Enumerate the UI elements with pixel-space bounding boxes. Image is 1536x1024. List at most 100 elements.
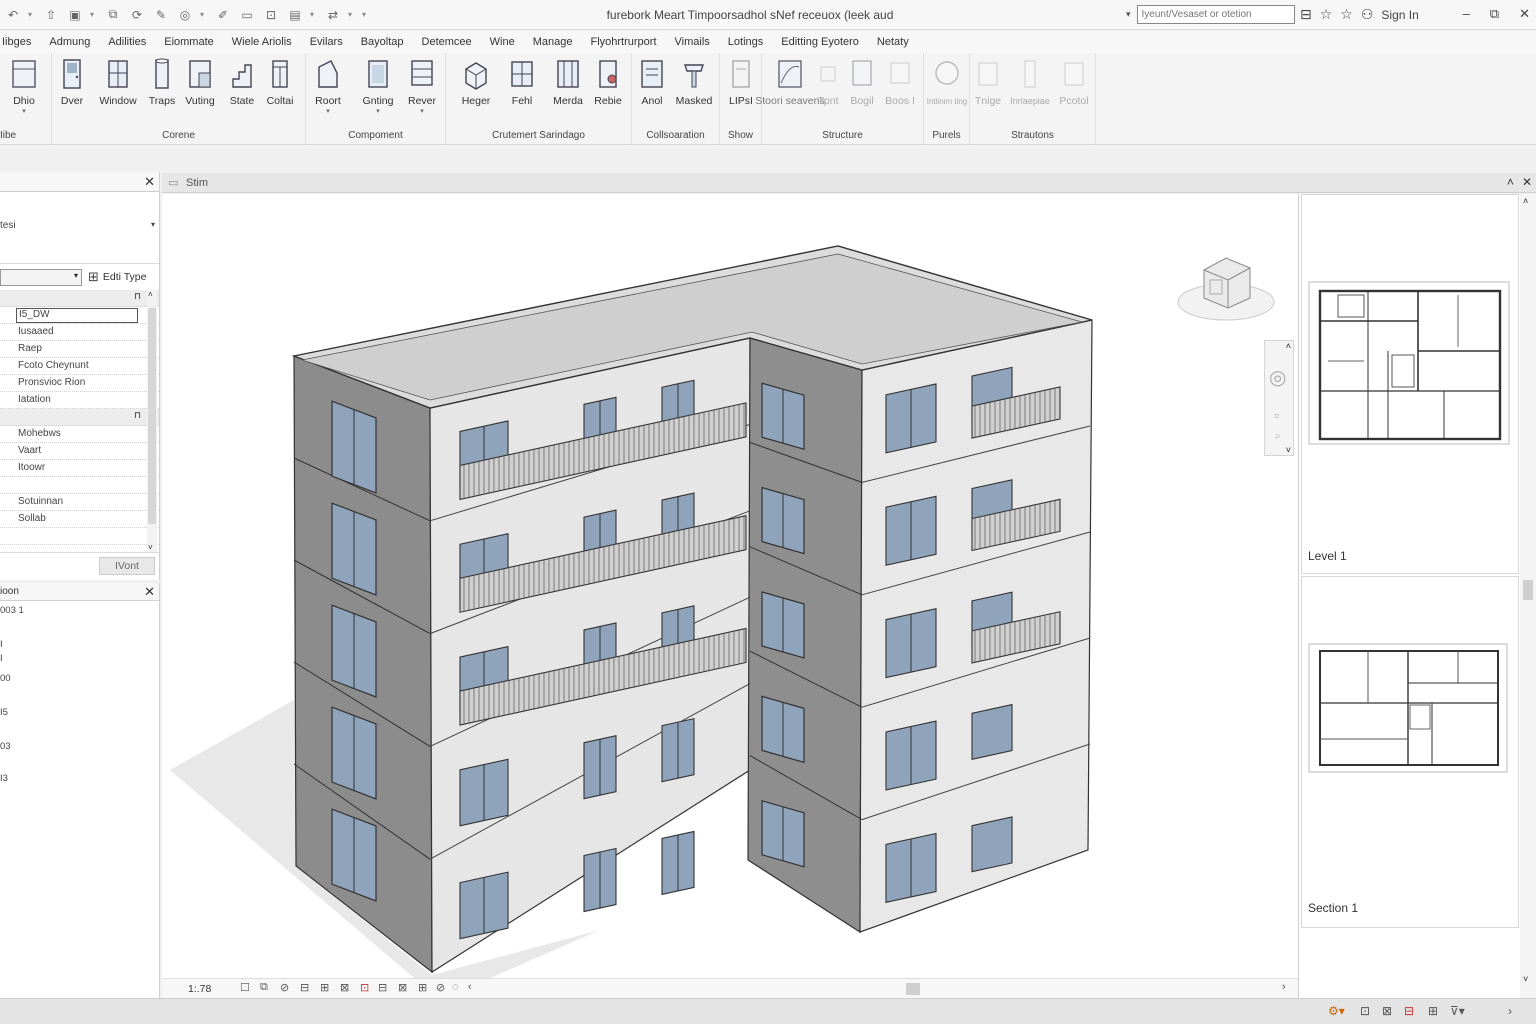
ribbon-button-gnting[interactable]: Gnting ▾ [354,55,402,116]
apply-button[interactable]: IVont [99,557,155,575]
scroll-up-icon[interactable]: ˄ [1523,196,1528,206]
close-icon[interactable]: ✕ [144,174,155,190]
browser-item[interactable]: 03 [0,741,11,752]
favorites-icon[interactable]: ☆ [1340,6,1353,23]
window-icon[interactable]: ▤ [286,6,304,24]
user-icon[interactable]: ⚇ [1361,6,1374,23]
zoom-icon[interactable]: ⌕ [1275,431,1281,442]
crop-view-icon[interactable]: ⊠ [340,981,349,994]
sign-in-button[interactable]: Sign In [1381,8,1418,22]
minimize-icon[interactable]: – [1463,6,1470,22]
filter-icon[interactable]: ⊠ [1382,1004,1392,1018]
copy-icon[interactable]: ⧉ [104,6,122,24]
ribbon-button-inrlaepiae[interactable]: Inrlaepiae [1006,55,1054,108]
worksets-icon[interactable]: ⚙▾ [1328,1004,1345,1018]
design-options-icon[interactable]: ⊡ [1360,1004,1370,1018]
tab-5[interactable]: Evilars [301,36,352,48]
edit-type-icon[interactable]: ⊞ [88,269,99,285]
measure-icon[interactable]: ◎ [176,6,194,24]
chevron-down-icon[interactable]: ˅ [1286,445,1291,455]
sun-path-icon[interactable]: ⊘ [280,981,289,994]
view-canvas[interactable]: ˄ ◎ ▫ ⌕ ˅ [162,194,1298,978]
tab-7[interactable]: Detemcee [413,36,481,48]
restore-icon[interactable]: ⧉ [1490,6,1499,22]
type-selector[interactable]: tesi ▾ [0,192,159,264]
close-icon[interactable]: ✕ [144,584,155,600]
view-scale[interactable]: 1:.78 [188,983,211,995]
tab-12[interactable]: Lotings [719,36,772,48]
ribbon-button-vuting[interactable]: Vuting [176,55,224,108]
tab-3[interactable]: Eiommate [155,36,223,48]
scroll-right-icon[interactable]: › [1282,981,1286,993]
close-icon[interactable]: ✕ [1522,175,1532,189]
tab-11[interactable]: Vimails [666,36,719,48]
browser-item[interactable]: I5 [0,707,8,718]
ribbon-button-door[interactable]: Dver [48,55,96,108]
customize-dropdown-icon[interactable]: ▾ [362,10,370,19]
scroll-left-icon[interactable]: ‹ [468,981,472,993]
ribbon-button-pcotol[interactable]: Pcotol [1050,55,1098,108]
sync-icon[interactable]: ⟳ [128,6,146,24]
tab-1[interactable]: Admung [40,36,99,48]
scroll-thumb[interactable] [906,983,920,995]
undo-icon[interactable]: ↶ [4,6,22,24]
view-tab[interactable]: Stim [186,177,208,189]
window-dropdown-icon[interactable]: ▾ [310,10,318,19]
property-row[interactable] [0,477,159,494]
unlock-3d-icon[interactable]: ⊟ [378,981,387,994]
ribbon-button-rebie[interactable]: Rebie [584,55,632,108]
tab-13[interactable]: Editting Eyotero [772,36,868,48]
property-row[interactable]: Iatation [0,392,159,409]
property-category[interactable]: ⊓ [0,290,159,307]
pencil-icon[interactable]: ✎ [152,6,170,24]
reveal-hidden-icon[interactable]: ⊞ [418,981,427,994]
view-3d-icon[interactable]: ⊡ [262,6,280,24]
tab-0[interactable]: Iibges [0,36,40,48]
property-row[interactable]: Sollab [0,511,159,528]
property-row[interactable]: I5_DW [0,307,159,324]
browser-item[interactable]: 003 1 [0,605,24,616]
property-row[interactable]: Itoowr [0,460,159,477]
expand-icon[interactable]: ⊓ [134,291,141,302]
ribbon-button-coltai[interactable]: Coltai [256,55,304,108]
arrow-up-icon[interactable]: ⇧ [42,6,60,24]
property-row[interactable] [0,528,159,545]
ribbon-button-tnige[interactable]: Tnige [964,55,1012,108]
thumbnail-level-1[interactable]: Level 1 [1301,194,1519,574]
scroll-down-icon[interactable]: ˅ [148,543,153,552]
expand-icon[interactable]: ⊓ [134,410,141,421]
ribbon-button-dhio[interactable]: Dhio ▾ [0,55,48,116]
instance-filter-select[interactable]: ▾ [0,268,82,286]
property-row[interactable]: Fcoto Cheynunt [0,358,159,375]
property-row[interactable]: Raep [0,341,159,358]
undo-dropdown-icon[interactable]: ▾ [28,10,36,19]
detail-level-icon[interactable]: ☐ [240,981,250,994]
filter-selection-icon[interactable]: ⊽▾ [1450,1004,1465,1018]
worksharing-icon[interactable]: ⊘ [436,981,445,994]
scroll-up-icon[interactable]: ˄ [148,290,153,299]
temporary-hide-icon[interactable]: ⊠ [398,981,407,994]
chevron-right-icon[interactable]: › [1508,1004,1512,1018]
search-expand-icon[interactable]: ▾ [1126,9,1131,20]
pan-icon[interactable]: ▫ [1274,407,1279,423]
chevron-up-icon[interactable]: ˄ [1507,175,1514,189]
close-window-icon[interactable]: ✕ [1519,6,1530,22]
scroll-thumb[interactable] [148,308,156,524]
ribbon-button-masked[interactable]: Masked [670,55,718,108]
section-icon[interactable]: ▭ [238,6,256,24]
tab-6[interactable]: Bayoltap [352,36,413,48]
show-crop-icon[interactable]: ⊡ [360,981,369,994]
tab-9[interactable]: Manage [524,36,582,48]
browser-item[interactable]: I [0,639,3,650]
chevron-up-icon[interactable]: ˄ [1286,341,1291,351]
property-row[interactable]: Vaart [0,443,159,460]
tab-4[interactable]: Wiele Ariolis [223,36,301,48]
editable-only-icon[interactable]: ⊟ [1404,1004,1414,1018]
scroll-thumb[interactable] [1523,580,1533,600]
search-input[interactable] [1136,5,1295,24]
star-icon[interactable]: ☆ [1320,6,1333,23]
properties-scrollbar[interactable]: ˄ ˅ [147,290,157,552]
browser-item[interactable]: 00 [0,673,11,684]
ribbon-button-window[interactable]: Window [94,55,142,108]
ribbon-button-roof[interactable]: Roort ▾ [304,55,352,116]
